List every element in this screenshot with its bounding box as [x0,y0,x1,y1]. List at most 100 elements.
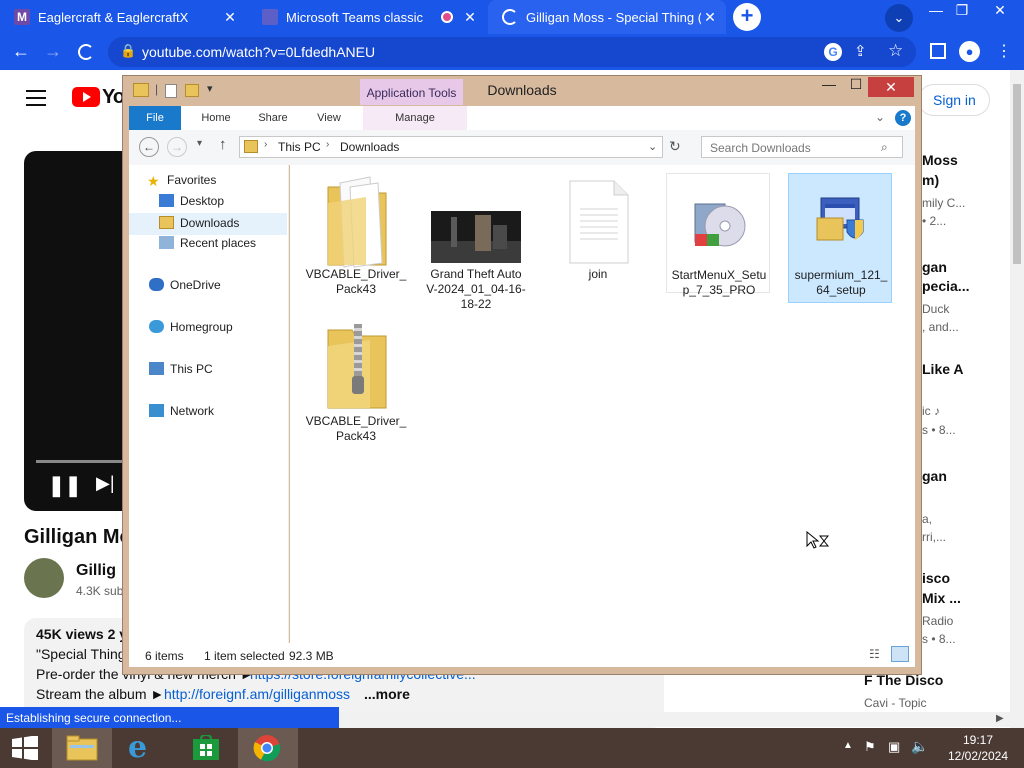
minimize-window-icon[interactable]: — [922,2,950,18]
refresh-icon[interactable]: ↻ [669,138,681,155]
tab-view[interactable]: View [303,106,355,130]
bookmark-star-icon[interactable]: ☆ [888,41,903,61]
share-icon[interactable]: ⇪ [854,42,867,60]
explorer-address-row: ← → ▾ ↑ › This PC › Downloads ⌄ ↻ Search… [129,130,915,165]
address-dropdown-icon[interactable]: ⌄ [648,140,657,153]
system-clock[interactable]: 19:17 12/02/2024 [936,732,1020,764]
taskbar-store[interactable] [176,728,236,768]
more-link[interactable]: ...more [364,686,410,702]
more-menu-icon[interactable]: ⋮ [996,41,1012,61]
back-arrow-icon[interactable]: ← [12,41,30,62]
store-icon [193,735,219,760]
downloads-folder-icon [244,140,258,153]
tab-share[interactable]: Share [247,106,299,130]
restore-window-icon[interactable]: ❐ [948,2,976,19]
close-tab-icon[interactable]: ✕ [222,9,238,25]
file-explorer-window[interactable]: | ▾ Application Tools Downloads — ☐ ✕ Fi… [122,75,922,675]
channel-avatar[interactable] [24,558,64,598]
expand-ribbon-icon[interactable]: ⌄ [875,110,885,124]
rec-title[interactable]: Like A [922,361,964,377]
nav-homegroup[interactable]: Homegroup [149,320,233,334]
page-vertical-scrollbar[interactable] [1010,70,1024,728]
nav-recent-places[interactable]: Recent places [159,236,256,250]
nav-favorites[interactable]: ★ Favorites [147,173,216,189]
rec-title[interactable]: isco [922,570,950,586]
new-tab-button[interactable]: + [733,3,761,31]
breadcrumb-bar[interactable]: › This PC › Downloads ⌄ [239,136,663,158]
address-bar[interactable]: 🔒 youtube.com/watch?v=0LfdedhANEU G ⇪ ☆ [108,37,916,67]
sign-in-button[interactable]: Sign in [918,84,990,116]
side-panel-icon[interactable] [930,43,946,59]
scroll-right-icon[interactable]: ▶ [996,713,1004,724]
nav-network[interactable]: Network [149,404,214,418]
rec-title[interactable]: m) [922,172,939,188]
setup-shield-icon [816,197,864,241]
tab-search-chevron-icon[interactable]: ⌄ [885,4,913,32]
breadcrumb-this-pc[interactable]: This PC [278,140,321,154]
volume-icon[interactable]: 🔈 [911,738,928,755]
taskbar-file-explorer[interactable] [52,728,112,768]
tab-teams[interactable]: Microsoft Teams classic ✕ [248,0,486,34]
nav-downloads[interactable]: Downloads [129,213,287,235]
channel-name[interactable]: Gillig [76,562,116,580]
close-tab-icon[interactable]: ✕ [462,9,478,25]
explorer-title-bar[interactable]: | ▾ Application Tools Downloads — ☐ ✕ [123,76,921,106]
recent-locations-icon[interactable]: ▾ [197,138,202,149]
teams-favicon-icon [262,9,278,25]
forward-icon[interactable]: → [167,137,187,157]
desc-link[interactable]: http://foreignf.am/gilliganmoss [164,686,350,702]
large-icons-view-icon[interactable] [891,646,909,662]
loading-stop-icon[interactable] [78,44,94,60]
close-icon[interactable]: ✕ [868,77,914,97]
tab-home[interactable]: Home [189,106,243,130]
taskbar-chrome[interactable] [238,728,298,768]
rec-title[interactable]: Mix ... [922,590,961,606]
file-item-folder[interactable]: VBCABLE_Driver_ Pack43 [304,173,408,296]
search-input[interactable]: Search Downloads [701,136,903,158]
file-item-document[interactable]: join [546,173,650,293]
hamburger-menu-icon[interactable] [26,90,46,106]
up-arrow-icon[interactable]: ↑ [219,136,227,153]
action-center-flag-icon[interactable]: ⚑ [864,739,876,755]
pause-icon[interactable]: ❚❚ [48,473,82,498]
network-icon [149,404,164,417]
next-icon[interactable]: ▶| [96,473,115,494]
close-tab-icon[interactable]: ✕ [702,9,718,25]
taskbar-internet-explorer[interactable]: e [114,728,174,768]
network-tray-icon[interactable]: ▣ [888,739,900,755]
nav-onedrive[interactable]: OneDrive [149,278,221,292]
help-icon[interactable]: ? [895,110,911,126]
minimize-icon[interactable]: — [816,76,842,96]
tab-youtube-active[interactable]: Gilligan Moss - Special Thing (Of ✕ [488,0,726,34]
details-view-icon[interactable]: ☷ [869,647,880,661]
nav-this-pc[interactable]: This PC [149,362,213,376]
profile-avatar-icon[interactable]: ● [959,41,980,62]
file-item-video[interactable]: Grand Theft Auto V-2024_01_04-16- 18-22 [424,173,528,313]
downloads-icon [159,216,174,229]
youtube-logo-icon[interactable] [72,87,100,107]
busy-cursor-icon [806,531,830,549]
lock-icon: 🔒 [120,43,137,58]
tab-eaglercraft[interactable]: M Eaglercraft & EaglercraftX ✕ [0,0,246,34]
show-hidden-icons-icon[interactable]: ▲ [843,740,853,751]
rec-title[interactable]: Moss [922,152,958,168]
rec-title[interactable]: pecia... [922,278,969,294]
nav-desktop[interactable]: Desktop [159,194,224,208]
close-window-icon[interactable]: ✕ [986,2,1014,19]
eaglercraft-favicon-icon: M [14,9,30,25]
file-item-installer[interactable]: StartMenuX_Setu p_7_35_PRO [666,173,770,297]
breadcrumb-downloads[interactable]: Downloads [340,140,399,154]
forward-arrow-icon[interactable]: → [44,41,62,62]
back-icon[interactable]: ← [139,137,159,157]
breadcrumb-chevron-icon: › [326,139,330,150]
star-icon: ★ [147,173,160,189]
start-button[interactable] [0,728,60,768]
file-item-setup-selected[interactable]: supermium_121_ 64_setup [788,173,892,303]
rec-title[interactable]: gan [922,259,947,275]
file-item-zip[interactable]: VBCABLE_Driver_ Pack43 [304,320,408,443]
google-lens-icon[interactable]: G [824,43,842,61]
tab-file[interactable]: File [129,106,181,130]
maximize-icon[interactable]: ☐ [843,76,869,96]
tab-manage[interactable]: Manage [363,106,467,130]
rec-title[interactable]: gan [922,468,947,484]
